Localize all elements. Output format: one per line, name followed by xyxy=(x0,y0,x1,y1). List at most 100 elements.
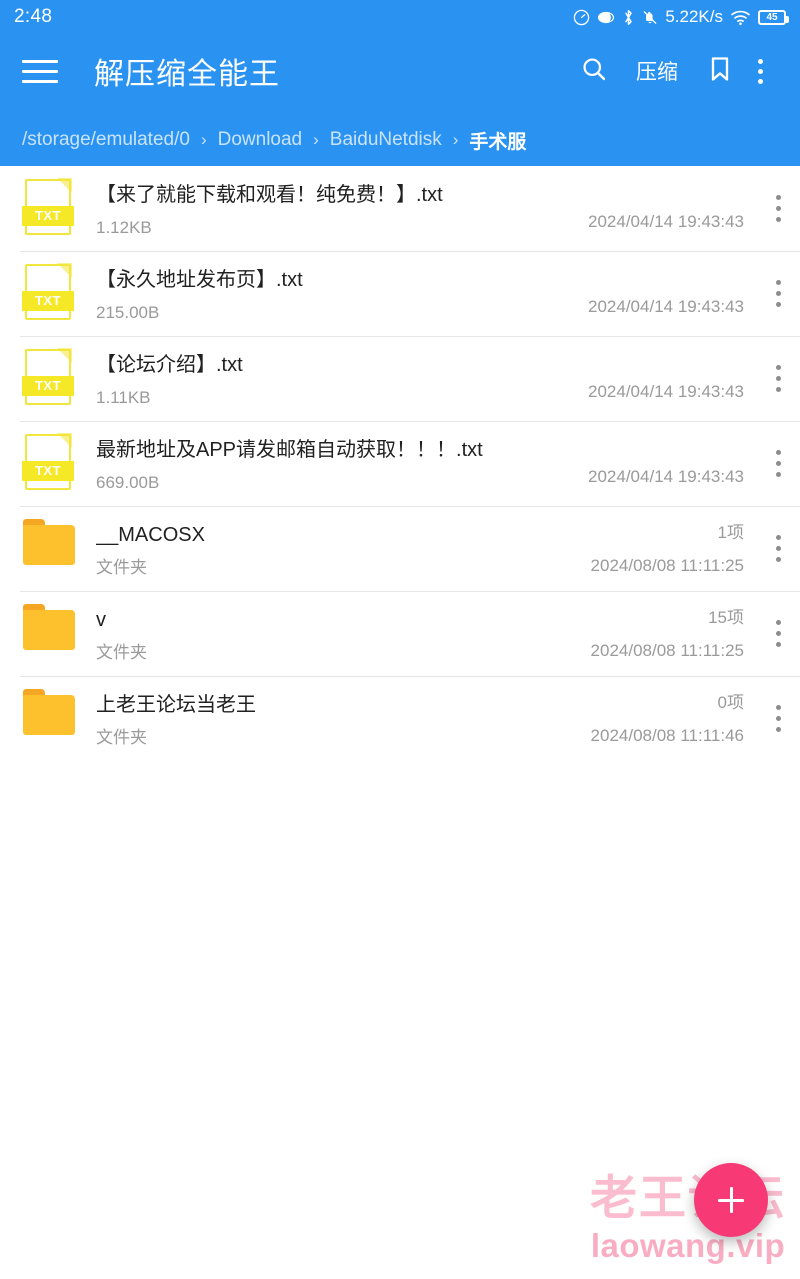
file-meta: v 文件夹 xyxy=(78,607,546,661)
file-name: __MACOSX xyxy=(96,523,205,546)
file-name: 【来了就能下载和观看！纯免费！】.txt xyxy=(96,183,443,206)
breadcrumb-segment-1[interactable]: Download xyxy=(218,129,303,151)
wifi-icon xyxy=(730,9,751,26)
breadcrumb-separator: › xyxy=(313,130,319,149)
txt-file-icon: TXT xyxy=(22,432,74,490)
folder-icon xyxy=(23,688,75,735)
txt-file-icon: TXT xyxy=(22,262,74,320)
file-size: 1.11KB xyxy=(96,387,151,407)
file-date: 2024/08/08 11:11:25 xyxy=(590,640,744,660)
folder-icon-wrap xyxy=(22,518,78,579)
breadcrumb: /storage/emulated/0 › Download › BaiduNe… xyxy=(0,118,800,162)
status-icons: 5.22K/s 45 xyxy=(573,7,789,27)
row-overflow-button[interactable] xyxy=(756,620,800,647)
file-date: 2024/08/08 11:11:25 xyxy=(590,555,744,575)
file-item-count: 15项 xyxy=(708,607,744,627)
file-right-column: 2024/04/14 19:43:43 xyxy=(546,272,756,315)
file-meta: 最新地址及APP请发邮箱自动获取！！！.txt 669.00B xyxy=(78,437,546,491)
watermark-line-2: laowang.vip xyxy=(590,1227,786,1265)
table-row[interactable]: v 文件夹 15项 2024/08/08 11:11:25 xyxy=(0,591,800,676)
file-type: 文件夹 xyxy=(96,727,147,747)
file-name: v xyxy=(96,608,106,631)
file-date: 2024/04/14 19:43:43 xyxy=(588,382,744,401)
row-overflow-button[interactable] xyxy=(756,195,800,222)
folder-icon xyxy=(23,518,75,565)
txt-file-icon: TXT xyxy=(22,347,74,405)
file-name: 上老王论坛当老王 xyxy=(96,693,256,716)
file-item-count: 0项 xyxy=(717,692,744,712)
overflow-menu-button[interactable] xyxy=(742,49,778,93)
file-icon-wrap: TXT xyxy=(22,262,78,324)
row-overflow-button[interactable] xyxy=(756,450,800,477)
compress-button[interactable]: 压缩 xyxy=(630,49,684,93)
kebab-menu-icon xyxy=(757,58,763,84)
table-row[interactable]: TXT 【永久地址发布页】.txt 215.00B 2024/04/14 19:… xyxy=(0,251,800,336)
file-size: 1.12KB xyxy=(96,217,152,237)
hamburger-icon[interactable] xyxy=(22,56,62,86)
mute-bell-icon xyxy=(642,9,658,26)
page-title: 解压缩全能王 xyxy=(94,58,280,91)
battery-icon: 45 xyxy=(758,9,789,25)
file-meta: 上老王论坛当老王 文件夹 xyxy=(78,692,546,746)
file-date: 2024/04/14 19:43:43 xyxy=(588,297,744,316)
breadcrumb-segment-0[interactable]: /storage/emulated/0 xyxy=(22,129,190,151)
bookmark-icon xyxy=(707,55,733,88)
file-right-column: 2024/04/14 19:43:43 xyxy=(546,357,756,400)
row-overflow-button[interactable] xyxy=(756,365,800,392)
search-icon xyxy=(580,55,608,88)
app-bar: 2:48 5.22K/s 45 解压缩全能王 压缩 /storage/emula… xyxy=(0,0,800,166)
file-name: 【永久地址发布页】.txt xyxy=(96,268,303,291)
file-icon-wrap: TXT xyxy=(22,177,78,239)
txt-file-icon-label: TXT xyxy=(22,460,74,481)
file-right-column: 1项 2024/08/08 11:11:25 xyxy=(546,524,756,574)
file-icon-wrap: TXT xyxy=(22,347,78,409)
file-meta: __MACOSX 文件夹 xyxy=(78,522,546,576)
plus-icon xyxy=(718,1187,744,1213)
file-meta: 【论坛介绍】.txt 1.11KB xyxy=(78,352,546,406)
table-row[interactable]: 上老王论坛当老王 文件夹 0项 2024/08/08 11:11:46 xyxy=(0,676,800,761)
file-date: 2024/04/14 19:43:43 xyxy=(588,212,744,231)
file-meta: 【来了就能下载和观看！纯免费！】.txt 1.12KB xyxy=(78,182,546,236)
breadcrumb-separator: › xyxy=(200,130,207,149)
file-item-count: 1项 xyxy=(717,522,744,542)
folder-icon-wrap xyxy=(22,688,78,749)
file-right-column: 2024/04/14 19:43:43 xyxy=(546,187,756,230)
file-type: 文件夹 xyxy=(96,557,147,577)
file-meta: 【永久地址发布页】.txt 215.00B xyxy=(78,267,546,321)
breadcrumb-separator: › xyxy=(452,130,459,149)
file-name: 最新地址及APP请发邮箱自动获取！！！.txt xyxy=(96,438,483,461)
toolbar: 解压缩全能王 压缩 xyxy=(0,40,800,102)
breadcrumb-segment-3[interactable]: 手术服 xyxy=(469,127,526,154)
table-row[interactable]: TXT 最新地址及APP请发邮箱自动获取！！！.txt 669.00B 2024… xyxy=(0,421,800,506)
file-right-column: 0项 2024/08/08 11:11:46 xyxy=(546,694,756,744)
table-row[interactable]: __MACOSX 文件夹 1项 2024/08/08 11:11:25 xyxy=(0,506,800,591)
row-overflow-button[interactable] xyxy=(756,535,800,562)
file-type: 文件夹 xyxy=(96,642,147,662)
file-right-column: 15项 2024/08/08 11:11:25 xyxy=(546,609,756,659)
bluetooth-icon xyxy=(622,9,635,26)
breadcrumb-segment-2[interactable]: BaiduNetdisk xyxy=(330,129,442,151)
folder-icon xyxy=(23,603,75,650)
row-overflow-button[interactable] xyxy=(756,705,800,732)
bookmark-button[interactable] xyxy=(698,49,742,93)
file-right-column: 2024/04/14 19:43:43 xyxy=(546,442,756,485)
row-overflow-button[interactable] xyxy=(756,280,800,307)
file-date: 2024/04/14 19:43:43 xyxy=(588,467,744,486)
txt-file-icon-label: TXT xyxy=(22,205,74,226)
app-screen: 2:48 5.22K/s 45 解压缩全能王 压缩 /storage/emula… xyxy=(0,0,800,1279)
table-row[interactable]: TXT 【来了就能下载和观看！纯免费！】.txt 1.12KB 2024/04/… xyxy=(0,166,800,251)
speedometer-icon xyxy=(573,9,590,26)
eye-care-icon xyxy=(597,9,615,26)
txt-file-icon-label: TXT xyxy=(22,290,74,311)
table-row[interactable]: TXT 【论坛介绍】.txt 1.11KB 2024/04/14 19:43:4… xyxy=(0,336,800,421)
network-speed: 5.22K/s xyxy=(665,7,723,26)
txt-file-icon-label: TXT xyxy=(22,375,74,396)
file-name: 【论坛介绍】.txt xyxy=(96,353,243,376)
file-icon-wrap: TXT xyxy=(22,432,78,494)
search-button[interactable] xyxy=(572,49,616,93)
add-button[interactable] xyxy=(694,1163,768,1237)
file-size: 215.00B xyxy=(96,302,160,322)
txt-file-icon: TXT xyxy=(22,177,74,235)
file-list: TXT 【来了就能下载和观看！纯免费！】.txt 1.12KB 2024/04/… xyxy=(0,166,800,761)
status-bar: 2:48 5.22K/s 45 xyxy=(0,0,800,34)
